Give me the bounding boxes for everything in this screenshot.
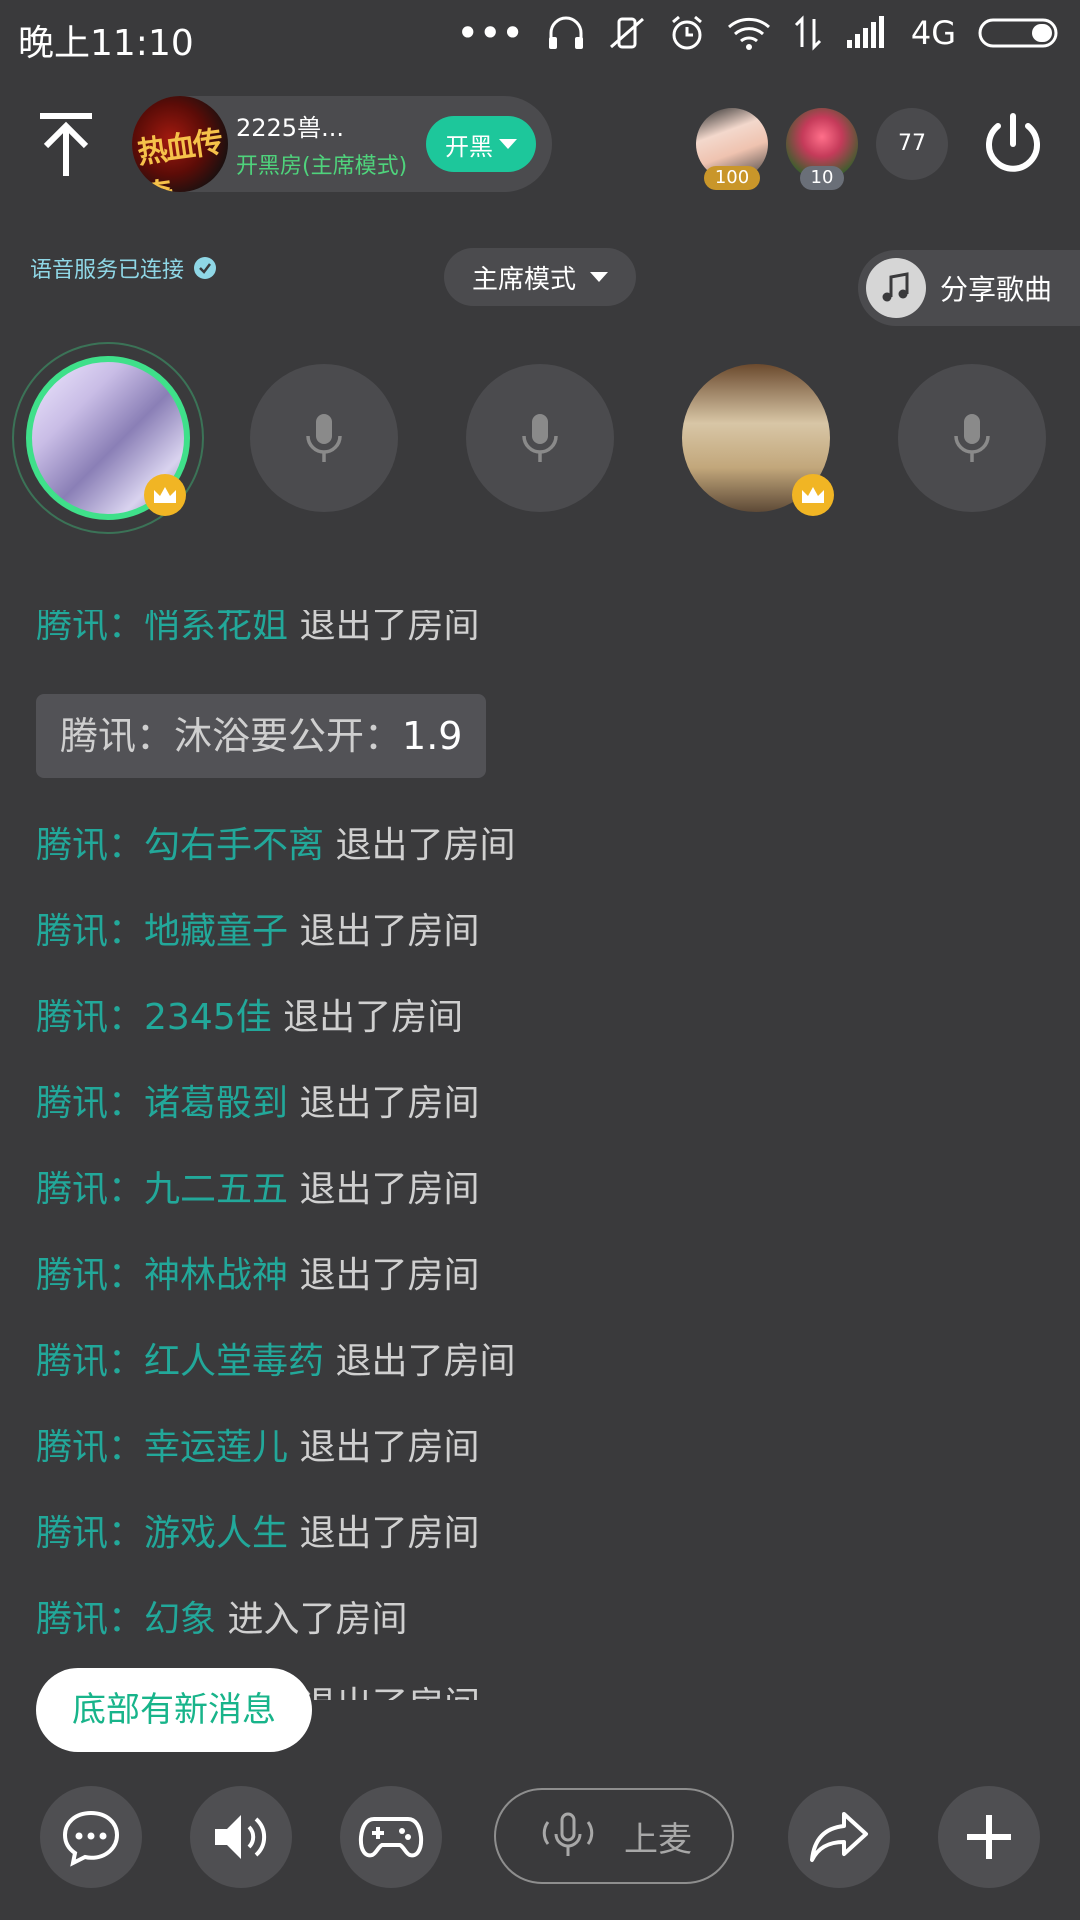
arrow-up-to-top-icon [40,113,92,176]
chair-mode-label: 主席模式 [471,264,576,295]
mic-up-button[interactable]: 上麦 [494,1788,734,1884]
chat-message: 腾讯：诸葛骰到 退出了房间 [36,1083,480,1124]
chat-message: 腾讯：幻象 进入了房间 [36,1599,408,1640]
room-mode-label: 开黑 [445,132,493,161]
seat-5-empty[interactable] [898,364,1046,512]
chat-list[interactable]: 腾讯：悄系花姐 退出了房间 腾讯：沐浴要公开：1.9 腾讯：勾右手不离 退出了房… [0,610,1080,1700]
chat-bubble-icon [62,1810,120,1867]
plus-icon [967,1815,1011,1859]
power-icon [986,113,1040,172]
seat-4-occupied[interactable] [682,364,834,516]
microphone-icon [306,414,342,462]
chat-message: 退出了房间 [300,1676,480,1700]
game-button[interactable] [340,1786,442,1888]
chat-message: 腾讯：地藏童子 退出了房间 [36,911,480,952]
highlight-value: 1.9 [402,714,463,758]
data-transfer-icon [794,15,821,51]
chat-message: 腾讯：幸运莲儿 退出了房间 [36,1427,480,1468]
music-note-icon [866,258,926,318]
highlight-label: 腾讯：沐浴要公开： [60,714,403,758]
share-song-button[interactable]: 分享歌曲 [858,250,1080,326]
share-arrow-icon [810,1812,868,1862]
chat-message-cut: 腾讯：悄系花姐 退出了房间 [36,610,480,646]
chat-message: 腾讯：2345佳 退出了房间 [36,997,464,1038]
microphone-broadcast-icon [542,1812,594,1856]
viewer-badge-1: 100 [704,166,760,190]
more-plus-button[interactable] [938,1786,1040,1888]
collapse-button[interactable] [36,110,96,180]
check-circle-icon [194,257,217,279]
more-dots-icon: ••• [457,14,525,52]
speaker-button[interactable] [190,1786,292,1888]
voice-status-label: 语音服务已连接 [30,258,185,283]
signal-icon [846,16,884,48]
status-icons: ••• 4G [457,14,1062,52]
network-type: 4G [910,14,956,52]
new-message-toast[interactable]: 底部有新消息 [36,1668,312,1752]
chat-message: 腾讯：勾右手不离 退出了房间 [36,825,516,866]
room-subtitle: 开黑房(主席模式) [236,154,408,179]
chat-message: 腾讯：神林战神 退出了房间 [36,1255,480,1296]
chat-message: 腾讯：红人堂毒药 退出了房间 [36,1341,516,1382]
battery-icon [978,18,1058,48]
seat-1-host[interactable] [26,356,190,520]
room-mode-button[interactable]: 开黑 [426,116,536,172]
voice-status: 语音服务已连接 [30,252,217,284]
seat-3-empty[interactable] [466,364,614,512]
chat-message: 腾讯：九二五五 退出了房间 [36,1169,480,1210]
room-avatar: 热血传奇 [132,96,228,192]
wifi-icon [727,17,770,50]
status-time: 晚上11:10 [18,23,194,64]
chat-button[interactable] [40,1786,142,1888]
microphone-icon [522,414,558,462]
viewer-count[interactable]: 77 [876,108,948,180]
chevron-down-icon [590,272,608,282]
status-bar: 晚上11:10 ••• 4G [0,0,1080,76]
mic-up-label: 上麦 [624,1819,692,1860]
chat-message: 腾讯：游戏人生 退出了房间 [36,1513,480,1554]
chair-mode-dropdown[interactable]: 主席模式 [444,248,636,306]
share-button[interactable] [788,1786,890,1888]
chat-highlight-message: 腾讯：沐浴要公开：1.9 [36,694,487,778]
room-name: 2225兽... [236,114,344,142]
speaker-icon [215,1815,267,1859]
room-info-card[interactable]: 热血传奇 2225兽... 开黑房(主席模式) 开黑 [132,96,552,192]
gamepad-icon [358,1817,424,1858]
crown-icon [144,474,186,516]
exit-room-button[interactable] [980,112,1046,178]
vibrate-off-icon [609,17,644,49]
alarm-icon [671,15,702,50]
share-song-label: 分享歌曲 [940,273,1053,306]
seat-2-empty[interactable] [250,364,398,512]
headphones-icon [548,16,583,49]
viewer-badge-2: 10 [800,166,844,190]
microphone-icon [954,414,990,462]
chevron-down-icon [499,139,517,149]
crown-icon [792,474,834,516]
